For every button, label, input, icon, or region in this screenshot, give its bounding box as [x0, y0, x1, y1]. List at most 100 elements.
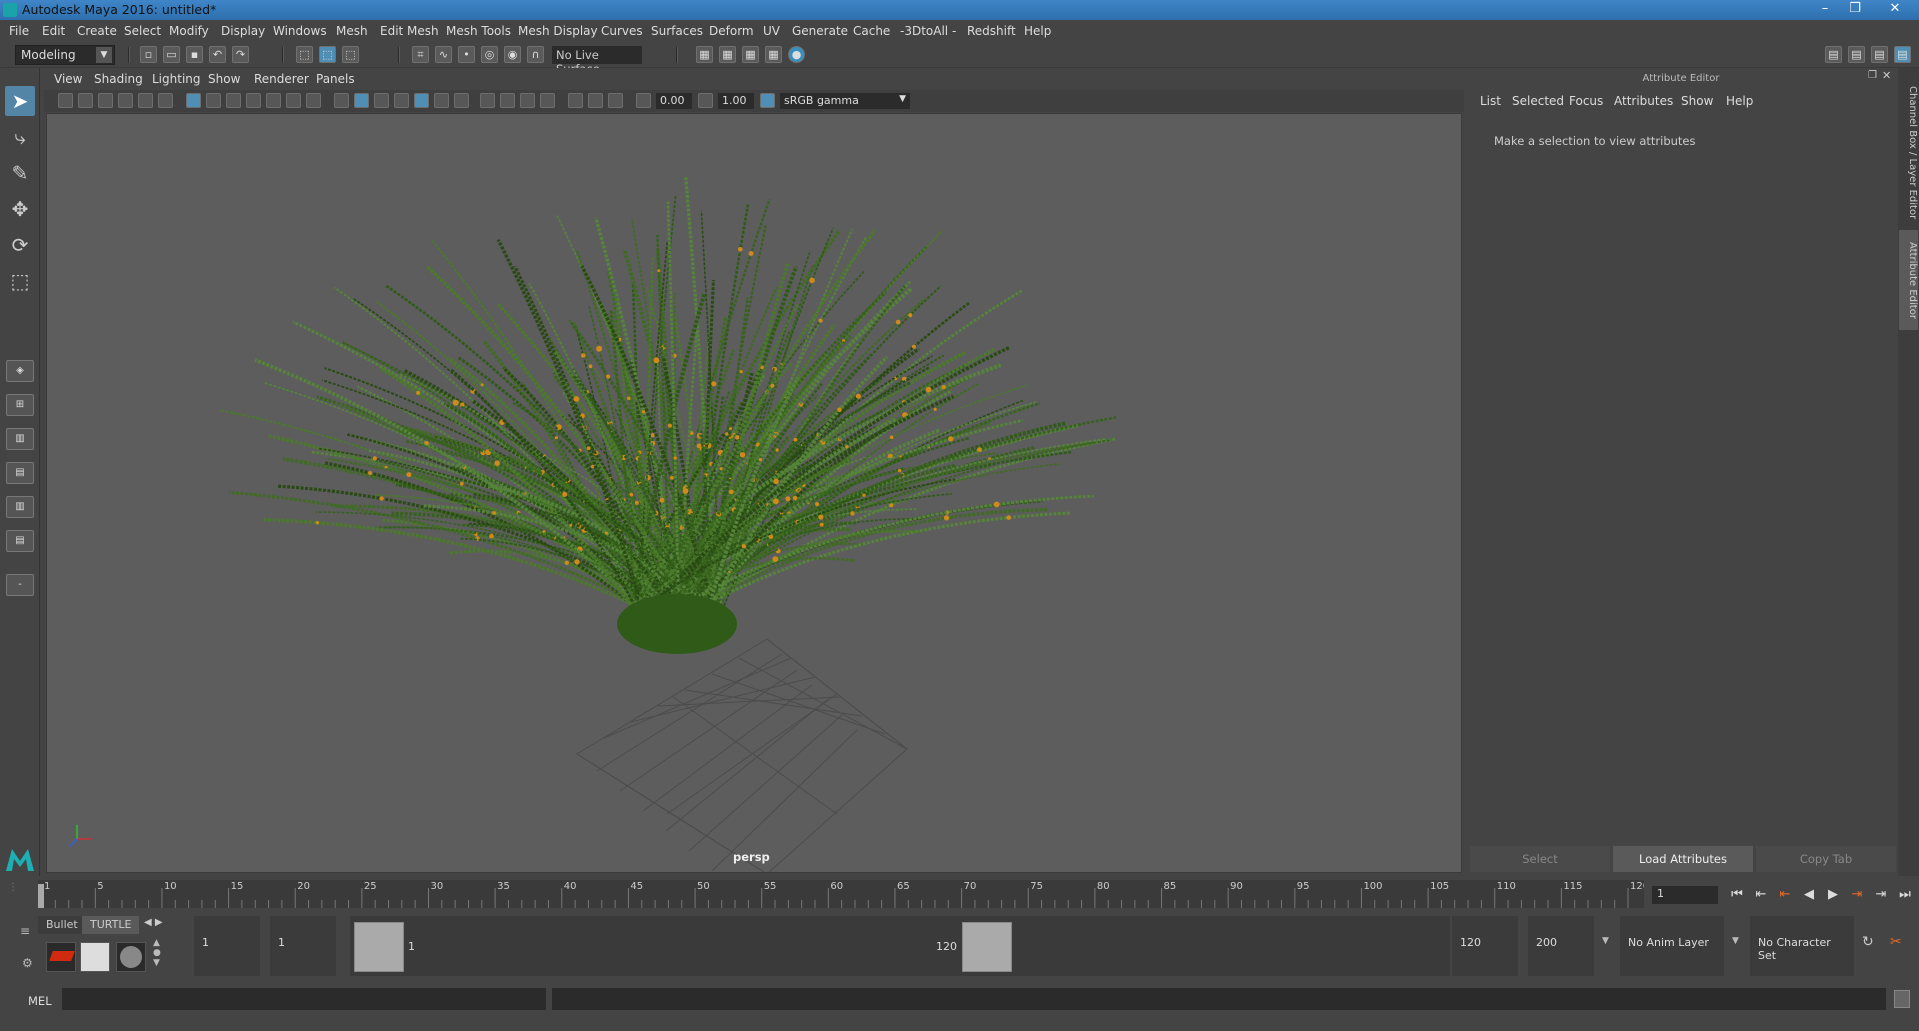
turtle-bake-icon[interactable] — [80, 942, 110, 972]
play-backward-icon[interactable]: ◀ — [1800, 886, 1818, 904]
range-start-handle[interactable] — [354, 922, 404, 972]
vp-menu-view[interactable]: View — [54, 72, 82, 86]
gamma-icon[interactable] — [698, 93, 713, 108]
snap-magnet-icon[interactable]: ∩ — [527, 46, 544, 63]
menu-surfaces[interactable]: Surfaces — [651, 24, 703, 38]
xray-joints-icon[interactable] — [568, 93, 583, 108]
range-end-handle[interactable] — [962, 922, 1012, 972]
menu-curves[interactable]: Curves — [601, 24, 643, 38]
select-tool-icon[interactable]: ➤ — [5, 86, 35, 116]
snap-live-icon[interactable]: ◉ — [504, 46, 521, 63]
playback-end-field[interactable]: 120 — [1452, 916, 1518, 976]
menu-set-dropdown[interactable]: Modeling ▼ — [15, 45, 115, 65]
camera-attr-icon[interactable] — [78, 93, 93, 108]
go-to-start-icon[interactable]: ⏮ — [1728, 886, 1746, 904]
step-forward-key-icon[interactable]: ⇥ — [1872, 886, 1890, 904]
script-editor-icon[interactable] — [1894, 990, 1910, 1008]
menu-mesh-tools[interactable]: Mesh Tools — [446, 24, 511, 38]
playback-start-field[interactable]: 1 — [270, 916, 336, 976]
grease-pencil-icon[interactable] — [158, 93, 173, 108]
anim-layer-dropdown[interactable]: No Anim Layer — [1620, 916, 1724, 976]
animation-end-field[interactable]: 200 — [1528, 916, 1594, 976]
character-set-dropdown[interactable]: No Character Set — [1750, 916, 1854, 976]
turtle-render-icon[interactable] — [116, 942, 146, 972]
snap-curve-icon[interactable]: ∿ — [435, 46, 452, 63]
lasso-tool-icon[interactable]: ⤷ — [5, 122, 35, 152]
menu-create[interactable]: Create — [77, 24, 117, 38]
select-button[interactable]: Select — [1470, 846, 1610, 872]
open-scene-icon[interactable]: ▭ — [163, 46, 180, 63]
color-management-icon[interactable] — [760, 93, 775, 108]
timeline-track[interactable]: 1 5 10 15 20 25 30 35 40 45 50 55 60 65 70 75 80 85 90 95 10… — [38, 880, 1644, 908]
menu-mesh[interactable]: Mesh — [336, 24, 368, 38]
restore-icon[interactable]: ❐ — [1840, 0, 1870, 18]
auto-key-icon[interactable]: ↻ — [1862, 934, 1874, 950]
float-panel-icon[interactable]: ❐ — [1868, 70, 1877, 81]
menu-modify[interactable]: Modify — [169, 24, 209, 38]
close-panel-icon[interactable]: ✕ — [1882, 69, 1891, 82]
isolate-select-icon[interactable] — [540, 93, 555, 108]
step-back-key-icon[interactable]: ⇤ — [1752, 886, 1770, 904]
select-object-icon[interactable]: ⬚ — [319, 46, 336, 63]
vp-menu-lighting[interactable]: Lighting — [152, 72, 201, 86]
scale-tool-icon[interactable]: ⬚ — [5, 266, 35, 296]
snap-view-icon[interactable]: ◎ — [481, 46, 498, 63]
2d-pan-icon[interactable] — [138, 93, 153, 108]
shelf-tab-bullet[interactable]: Bullet — [38, 916, 86, 934]
menu-help[interactable]: Help — [1024, 24, 1051, 38]
gamma-field[interactable]: 1.00 — [718, 93, 754, 109]
view-transform-dropdown[interactable]: sRGB gamma ▼ — [780, 93, 910, 109]
ae-menu-attributes[interactable]: Attributes — [1614, 94, 1673, 108]
mel-label[interactable]: MEL — [28, 994, 52, 1008]
move-tool-icon[interactable]: ✥ — [5, 194, 35, 224]
multisample-icon[interactable] — [500, 93, 515, 108]
menu-display[interactable]: Display — [221, 24, 265, 38]
single-perspective-layout-icon[interactable]: ◈ — [6, 360, 34, 382]
redo-icon[interactable]: ↷ — [232, 46, 249, 63]
tab-channel-box[interactable]: Channel Box / Layer Editor — [1899, 78, 1918, 228]
select-component-icon[interactable]: ⬚ — [342, 46, 359, 63]
safe-title-icon[interactable] — [306, 93, 321, 108]
backface-icon[interactable] — [608, 93, 623, 108]
shelf-scroll-arrows[interactable]: ◀ ▶ — [144, 917, 163, 928]
menu-deform[interactable]: Deform — [709, 24, 754, 38]
animation-start-field[interactable]: 1 — [194, 916, 260, 976]
exposure-field[interactable]: 0.00 — [656, 93, 692, 109]
menu-cache[interactable]: Cache — [853, 24, 890, 38]
grid-toggle-icon[interactable] — [186, 93, 201, 108]
xray-icon[interactable] — [414, 93, 429, 108]
render-settings-icon[interactable]: ▦ — [765, 46, 782, 63]
undo-icon[interactable]: ↶ — [209, 46, 226, 63]
safe-action-icon[interactable] — [286, 93, 301, 108]
smooth-shade-icon[interactable] — [354, 93, 369, 108]
snap-grid-icon[interactable]: ⌗ — [412, 46, 429, 63]
rotate-tool-icon[interactable]: ⟳ — [5, 230, 35, 260]
shelf-tab-turtle[interactable]: TURTLE — [82, 916, 140, 934]
channel-box-toggle-icon[interactable]: ▤ — [1894, 46, 1911, 63]
custom-layout-icon[interactable]: - — [6, 574, 34, 596]
menu-uv[interactable]: UV — [763, 24, 780, 38]
default-lighting-icon[interactable] — [374, 93, 389, 108]
tab-attribute-editor[interactable]: Attribute Editor — [1899, 230, 1918, 330]
workspace-icon[interactable]: ▤ — [1825, 46, 1842, 63]
menu-mesh-display[interactable]: Mesh Display — [518, 24, 598, 38]
menu-file[interactable]: File — [9, 24, 29, 38]
range-slider[interactable]: 1 120 — [350, 916, 1450, 976]
persp-outliner-layout-icon[interactable]: ▥ — [6, 428, 34, 450]
wireframe-icon[interactable] — [334, 93, 349, 108]
image-plane-icon[interactable] — [118, 93, 133, 108]
shelf-settings-icon[interactable]: ⚙ — [22, 956, 33, 970]
vp-menu-renderer[interactable]: Renderer — [254, 72, 309, 86]
go-to-end-icon[interactable]: ⏭ — [1896, 886, 1914, 904]
resolution-gate-icon[interactable] — [226, 93, 241, 108]
step-back-frame-icon[interactable]: ⇤ — [1776, 886, 1794, 904]
menu-redshift[interactable]: Redshift — [967, 24, 1016, 38]
ipr-render-icon[interactable]: ▦ — [742, 46, 759, 63]
bookmark-icon[interactable] — [98, 93, 113, 108]
four-view-layout-icon[interactable]: ⊞ — [6, 394, 34, 416]
select-hierarchy-icon[interactable]: ⬚ — [296, 46, 313, 63]
motion-blur-icon[interactable] — [480, 93, 495, 108]
render-current-icon[interactable]: ▦ — [719, 46, 736, 63]
copy-tab-button[interactable]: Copy Tab — [1756, 846, 1896, 872]
persp-uv-layout-icon[interactable]: ▤ — [6, 530, 34, 552]
